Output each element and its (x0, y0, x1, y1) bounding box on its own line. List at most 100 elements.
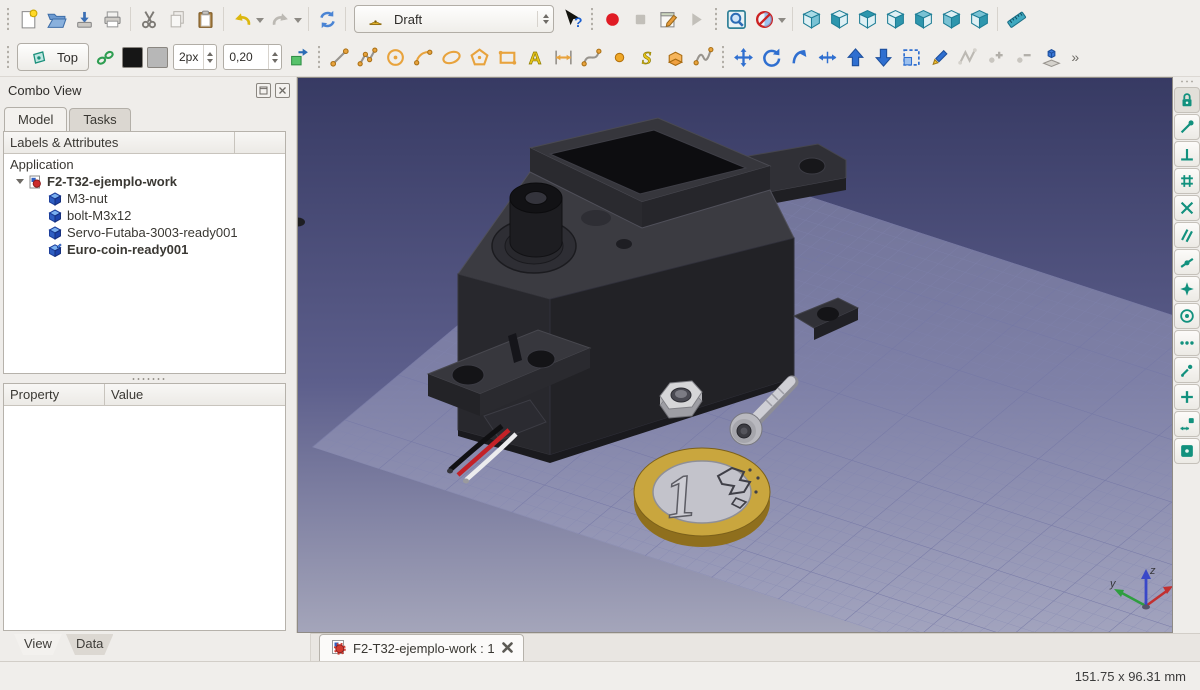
measure-distance-icon[interactable] (1004, 7, 1028, 31)
draft-polygon-icon[interactable] (467, 45, 491, 69)
line-width-arrows[interactable] (203, 45, 216, 69)
draft-bezier-icon[interactable] (579, 45, 603, 69)
draft-arc-icon[interactable] (411, 45, 435, 69)
working-plane-button[interactable]: Top (17, 43, 89, 71)
view-axonometric-icon[interactable] (799, 7, 823, 31)
print-icon[interactable] (100, 7, 124, 31)
draft-polyline-icon[interactable] (355, 45, 379, 69)
3d-viewport[interactable]: 1 z x y (297, 77, 1173, 633)
draft-add-point-icon[interactable] (983, 45, 1007, 69)
draft-rotate-icon[interactable] (759, 45, 783, 69)
tree-item-document[interactable]: F2-T32-ejemplo-work (4, 173, 285, 190)
save-icon[interactable] (72, 7, 96, 31)
tab-view[interactable]: View (14, 634, 62, 655)
macro-edit-icon[interactable] (656, 7, 680, 31)
toolbar-drag-handle[interactable] (713, 8, 719, 30)
tree-item-application[interactable]: Application (4, 156, 285, 173)
toolbar-drag-handle[interactable] (1178, 79, 1196, 84)
new-document-icon[interactable] (16, 7, 40, 31)
construction-mode-icon[interactable] (94, 45, 118, 69)
tree-header[interactable]: Labels & Attributes (4, 132, 285, 154)
redo-dropdown-icon[interactable] (294, 18, 302, 27)
draft-scale-icon[interactable] (899, 45, 923, 69)
draft-shape-2d-view-icon[interactable] (1039, 45, 1063, 69)
view-right-icon[interactable] (883, 7, 907, 31)
snap-intersection-icon[interactable] (1174, 195, 1200, 221)
undo-icon[interactable] (230, 7, 254, 31)
draft-text-icon[interactable]: A (523, 45, 547, 69)
snap-dimensions-icon[interactable] (1174, 411, 1200, 437)
toolbar-drag-handle[interactable] (589, 8, 595, 30)
toolbar-drag-handle[interactable] (720, 46, 726, 68)
euro-coin-model[interactable]: 1 (634, 448, 770, 547)
draw-style-dropdown-icon[interactable] (778, 18, 786, 27)
toolbar-drag-handle[interactable] (5, 8, 11, 30)
face-color-swatch[interactable] (147, 47, 168, 68)
tree-item-bolt[interactable]: bolt-M3x12 (4, 207, 285, 224)
tab-model[interactable]: Model (4, 107, 67, 131)
snap-grid-icon[interactable] (1174, 168, 1200, 194)
tab-tasks[interactable]: Tasks (69, 108, 130, 131)
tree-item-servo[interactable]: Servo-Futaba-3003-ready001 (4, 224, 285, 241)
line-color-swatch[interactable] (122, 47, 143, 68)
snap-midpoint-icon[interactable] (1174, 249, 1200, 275)
apply-style-icon[interactable] (287, 45, 311, 69)
macro-record-icon[interactable] (600, 7, 624, 31)
snap-endpoint-icon[interactable] (1174, 114, 1200, 140)
view-top-icon[interactable] (855, 7, 879, 31)
snap-ortho-icon[interactable] (1174, 357, 1200, 383)
draw-style-icon[interactable] (752, 7, 776, 31)
snap-working-plane-icon[interactable] (1174, 438, 1200, 464)
macro-play-icon[interactable] (684, 7, 708, 31)
snap-center-icon[interactable] (1174, 303, 1200, 329)
panel-float-icon[interactable] (256, 83, 271, 98)
text-scale-spinbox[interactable]: 0,20 (223, 44, 282, 70)
text-scale-arrows[interactable] (268, 45, 281, 69)
draft-upgrade-icon[interactable] (843, 45, 867, 69)
view-front-icon[interactable] (827, 7, 851, 31)
toolbar-drag-handle[interactable] (5, 46, 11, 68)
view-rear-icon[interactable] (911, 7, 935, 31)
draft-delete-point-icon[interactable] (1011, 45, 1035, 69)
paste-icon[interactable] (193, 7, 217, 31)
redo-icon[interactable] (268, 7, 292, 31)
view-left-icon[interactable] (967, 7, 991, 31)
document-tab[interactable]: F2-T32-ejemplo-work : 1 (319, 634, 524, 661)
draft-trimex-icon[interactable] (815, 45, 839, 69)
undo-dropdown-icon[interactable] (256, 18, 264, 27)
draft-edit-icon[interactable] (927, 45, 951, 69)
snap-parallel-icon[interactable] (1174, 222, 1200, 248)
draft-circle-icon[interactable] (383, 45, 407, 69)
copy-icon[interactable] (165, 7, 189, 31)
toolbar-overflow-indicator[interactable]: » (1071, 49, 1079, 65)
cut-icon[interactable] (137, 7, 161, 31)
tab-data[interactable]: Data (66, 634, 113, 655)
snap-angle-icon[interactable] (1174, 276, 1200, 302)
draft-facebinder-icon[interactable] (663, 45, 687, 69)
snap-perpendicular-icon[interactable] (1174, 141, 1200, 167)
panel-close-icon[interactable] (275, 83, 290, 98)
draft-rectangle-icon[interactable] (495, 45, 519, 69)
toolbar-drag-handle[interactable] (316, 46, 322, 68)
draft-downgrade-icon[interactable] (871, 45, 895, 69)
refresh-icon[interactable] (315, 7, 339, 31)
panel-splitter[interactable] (0, 374, 296, 383)
draft-point-icon[interactable] (607, 45, 631, 69)
whats-this-icon[interactable]: ? (560, 7, 584, 31)
draft-offset-icon[interactable] (787, 45, 811, 69)
draft-wire-to-bspline-icon[interactable] (955, 45, 979, 69)
snap-lock-icon[interactable] (1174, 87, 1200, 113)
draft-line-icon[interactable] (327, 45, 351, 69)
line-width-spinbox[interactable]: 2px (173, 44, 217, 70)
snap-near-icon[interactable] (1174, 330, 1200, 356)
draft-bspline-icon[interactable] (691, 45, 715, 69)
expander-icon[interactable] (16, 179, 24, 188)
open-folder-icon[interactable] (44, 7, 68, 31)
tree-item-euro-coin[interactable]: Euro-coin-ready001 (4, 241, 285, 258)
tree-item-m3-nut[interactable]: M3-nut (4, 190, 285, 207)
model-tree[interactable]: Application F2-T32-ejemplo-work M3-nut (4, 154, 285, 373)
view-bottom-icon[interactable] (939, 7, 963, 31)
macro-stop-icon[interactable] (628, 7, 652, 31)
tab-close-icon[interactable] (502, 641, 513, 656)
workbench-selector[interactable]: Draft (354, 5, 554, 33)
